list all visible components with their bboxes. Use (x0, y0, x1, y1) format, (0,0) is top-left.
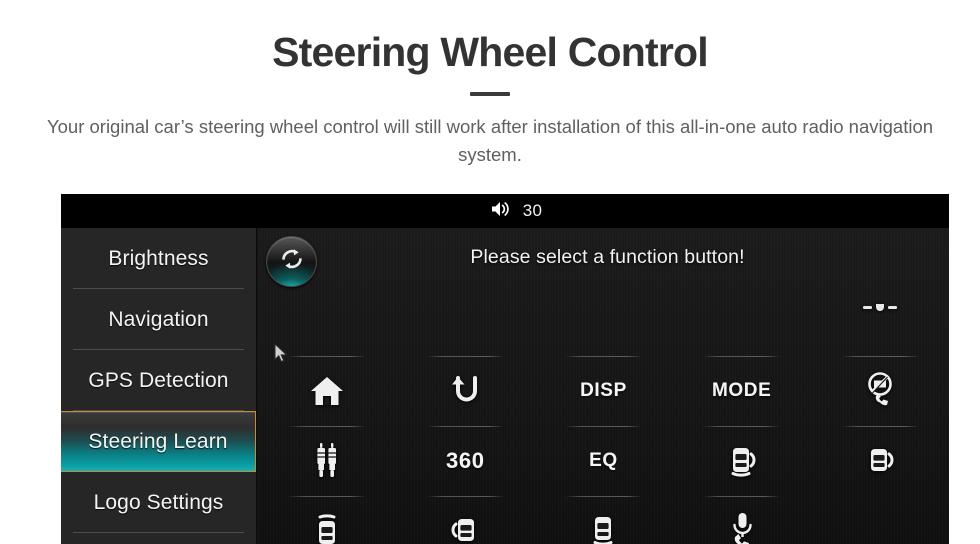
sidebar-item-logo-settings[interactable]: Logo Settings (61, 472, 256, 533)
grid-cell-empty (811, 496, 949, 544)
function-button-360[interactable]: 360 (396, 426, 534, 496)
sidebar-item-label: Steering Learn (88, 429, 228, 453)
settings-sidebar: Brightness Navigation GPS Detection Stee… (61, 228, 257, 544)
sidebar-item-label: GPS Detection (88, 368, 229, 392)
reset-button[interactable] (266, 236, 317, 287)
sidebar-item-navigation[interactable]: Navigation (61, 289, 256, 350)
voice-call-mic-icon (725, 510, 759, 544)
page-subtitle: Your original car’s steering wheel contr… (46, 115, 934, 165)
grid-cell-partial-3 (534, 286, 672, 314)
function-button-grid: DISP MODE 360 EQ (258, 286, 949, 544)
volume-indicator[interactable]: 30 (490, 200, 543, 223)
steering-learn-panel: Please select a function button! DISP MO… (258, 228, 949, 544)
title-divider (470, 91, 510, 96)
grid-cell-partial-4 (673, 286, 811, 314)
back-arrow-icon (446, 374, 484, 408)
function-button-disp[interactable]: DISP (534, 356, 672, 426)
function-button-car-sensor-front[interactable] (258, 496, 396, 544)
aux-jack-icon (312, 441, 342, 481)
function-button-eq[interactable]: EQ (534, 426, 672, 496)
grid-cell-partial-2 (396, 286, 534, 314)
function-button-voice-call[interactable] (673, 496, 811, 544)
panel-prompt: Please select a function button! (470, 245, 745, 268)
mouse-pointer-arrow-icon (274, 342, 290, 370)
grid-cell-partial-cut-off-icon[interactable] (811, 286, 949, 314)
function-button-label: DISP (580, 380, 627, 401)
function-button-label: MODE (711, 380, 772, 401)
page-header: Steering Wheel Control Your original car… (0, 0, 980, 168)
speaker-volume-icon (490, 200, 512, 223)
function-button-car-sensor-left[interactable] (396, 496, 534, 544)
function-button-label: 360 (446, 448, 485, 473)
function-button-label: EQ (589, 450, 618, 471)
volume-value: 30 (522, 201, 543, 220)
page-title: Steering Wheel Control (272, 29, 709, 75)
car-sensor-rear-icon (722, 442, 762, 480)
function-button-back[interactable] (396, 356, 534, 426)
call-end-icon (862, 371, 898, 411)
sidebar-item-steering-learn[interactable]: Steering Learn (61, 411, 256, 472)
function-button-aux-jack[interactable] (258, 426, 396, 496)
grid-cell-partial-1 (258, 286, 396, 314)
refresh-circular-arrows-icon (277, 244, 307, 279)
partial-cut-off-icon (861, 300, 899, 314)
car-sensor-left-icon (444, 515, 486, 544)
sidebar-item-gps-detection[interactable]: GPS Detection (61, 350, 256, 411)
car-sensor-all-icon (583, 511, 623, 544)
car-sensor-front-icon (307, 511, 347, 544)
function-button-car-sensor-side[interactable] (811, 426, 949, 496)
function-button-mode[interactable]: MODE (673, 356, 811, 426)
function-button-call-end[interactable] (811, 356, 949, 426)
sidebar-item-brightness[interactable]: Brightness (61, 228, 256, 289)
car-sensor-side-icon (860, 445, 900, 477)
sidebar-item-label: Brightness (108, 246, 209, 270)
home-icon (309, 374, 345, 408)
function-button-car-sensor-rear[interactable] (673, 426, 811, 496)
function-button-car-sensor-all[interactable] (534, 496, 672, 544)
panel-header: Please select a function button! (258, 228, 949, 287)
sidebar-item-label: Navigation (108, 307, 209, 331)
sidebar-item-label: Logo Settings (93, 490, 224, 514)
car-radio-screenshot: 30 Brightness Navigation GPS Detection S… (61, 194, 949, 544)
status-bar: 30 (61, 194, 949, 228)
